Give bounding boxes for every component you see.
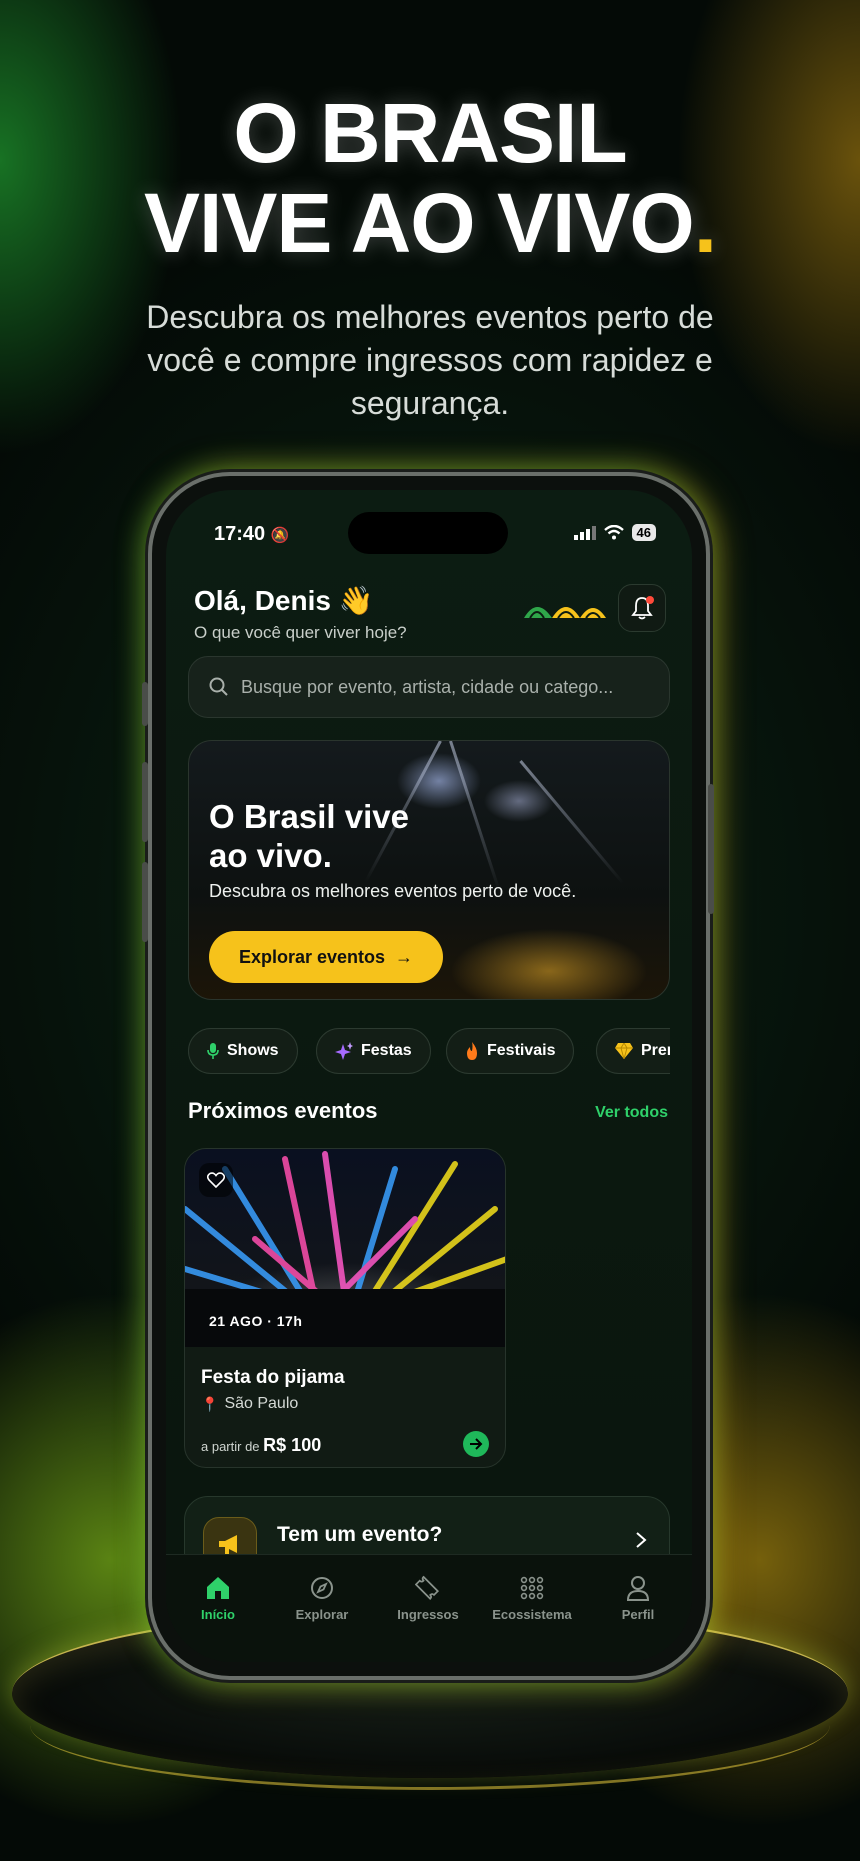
event-date: 21 AGO · 17h: [209, 1313, 303, 1329]
tab-ingressos[interactable]: Ingressos: [378, 1573, 478, 1622]
tab-perfil[interactable]: Perfil: [588, 1573, 688, 1622]
ticket-icon: [378, 1573, 478, 1603]
arrow-right-icon: →: [395, 946, 414, 967]
heart-icon: [207, 1172, 225, 1188]
stage-light-beam: [449, 741, 502, 894]
grid-icon: [482, 1573, 582, 1603]
hero-title-line2: VIVE AO VIVO.: [0, 178, 860, 268]
phone-volume-down: [142, 862, 148, 942]
greeting-subtitle: O que você quer viver hoje?: [194, 623, 407, 642]
hero-title-dot: .: [693, 176, 717, 270]
phone-volume-up: [142, 762, 148, 842]
chip-label: Festivais: [487, 1042, 556, 1059]
compass-icon: [272, 1573, 372, 1603]
event-price: a partir de R$ 100: [201, 1435, 321, 1456]
tab-label: Ingressos: [397, 1607, 459, 1622]
tab-label: Início: [201, 1607, 235, 1622]
search-icon: [209, 677, 228, 696]
tab-inicio[interactable]: Início: [168, 1573, 268, 1622]
chip-label: Festas: [361, 1042, 412, 1059]
hero-title-line1: O BRASIL: [233, 86, 627, 180]
chip-festivais[interactable]: Festivais: [446, 1028, 575, 1074]
create-event-title: Tem um evento?: [277, 1523, 443, 1546]
greeting: Olá, Denis 👋: [194, 585, 374, 616]
diamond-icon: [615, 1043, 633, 1059]
hero-title-line2-text: VIVE AO VIVO: [143, 176, 695, 270]
banner-subtitle: Descubra os melhores eventos perto de vo…: [209, 881, 577, 901]
tab-label: Ecossistema: [492, 1607, 572, 1622]
status-icons: 46: [573, 524, 656, 541]
app-screen: 17:40 🔕 46 Olá, Denis 👋 O que você quer …: [166, 490, 692, 1662]
banner-title: O Brasil vive ao vivo.: [209, 798, 409, 874]
search-input[interactable]: [241, 676, 661, 698]
category-chips: Shows Festas Festivais Premi: [188, 1028, 670, 1076]
chip-shows[interactable]: Shows: [188, 1028, 298, 1074]
price-prefix: a partir de: [201, 1439, 260, 1454]
chip-label: Shows: [227, 1042, 279, 1059]
search-bar[interactable]: [188, 656, 670, 718]
chip-premium[interactable]: Premi: [596, 1028, 670, 1074]
favorite-button[interactable]: [199, 1163, 233, 1197]
chip-label: Premi: [641, 1042, 670, 1059]
silent-bell-icon: 🔕: [270, 527, 290, 544]
event-name: Festa do pijama: [201, 1367, 345, 1388]
price-value: R$ 100: [263, 1435, 322, 1455]
brand-logo-icon: [524, 607, 606, 619]
battery-icon: 46: [631, 524, 656, 541]
user-icon: [588, 1573, 688, 1603]
notification-dot: [646, 596, 654, 604]
upcoming-events-title: Próximos eventos: [188, 1098, 378, 1123]
phone-power-button: [708, 784, 714, 914]
tab-label: Perfil: [621, 1607, 655, 1622]
tab-label: Explorar: [295, 1607, 349, 1622]
sparkles-icon: [335, 1042, 353, 1060]
notifications-button[interactable]: [618, 584, 666, 632]
explore-events-button[interactable]: Explorar eventos →: [209, 931, 443, 983]
see-all-link[interactable]: Ver todos: [595, 1104, 668, 1122]
open-event-button[interactable]: [463, 1431, 489, 1457]
chip-festas[interactable]: Festas: [316, 1028, 431, 1074]
tab-bar: Início Explorar Ingressos Ecossistema Pe…: [166, 1554, 692, 1662]
signal-icon: [573, 525, 596, 540]
stage-light-beam: [519, 760, 625, 885]
tab-explorar[interactable]: Explorar: [272, 1573, 372, 1622]
explore-events-label: Explorar eventos: [238, 946, 386, 967]
phone-side-button: [142, 682, 148, 726]
hero-banner: O Brasil vive ao vivo. Descubra os melho…: [188, 740, 670, 1000]
status-time: 17:40 🔕: [214, 523, 289, 546]
microphone-icon: [207, 1043, 219, 1059]
event-location-text: São Paulo: [224, 1395, 299, 1412]
arrow-right-icon: [470, 1438, 483, 1450]
chevron-right-icon: [636, 1532, 647, 1548]
hero-title: O BRASIL VIVE AO VIVO.: [0, 88, 860, 268]
hero-subtitle: Descubra os melhores eventos perto de vo…: [146, 299, 714, 421]
wifi-icon: [603, 525, 624, 540]
event-card[interactable]: 21 AGO · 17h Festa do pijama 📍 São Paulo…: [184, 1148, 506, 1468]
tab-ecossistema[interactable]: Ecossistema: [482, 1573, 582, 1622]
pin-icon: 📍: [201, 1395, 219, 1412]
dynamic-island: [348, 512, 508, 554]
status-time-text: 17:40: [214, 523, 266, 545]
event-location: 📍 São Paulo: [201, 1395, 298, 1413]
fire-icon: [467, 1042, 477, 1060]
home-icon: [168, 1573, 268, 1603]
